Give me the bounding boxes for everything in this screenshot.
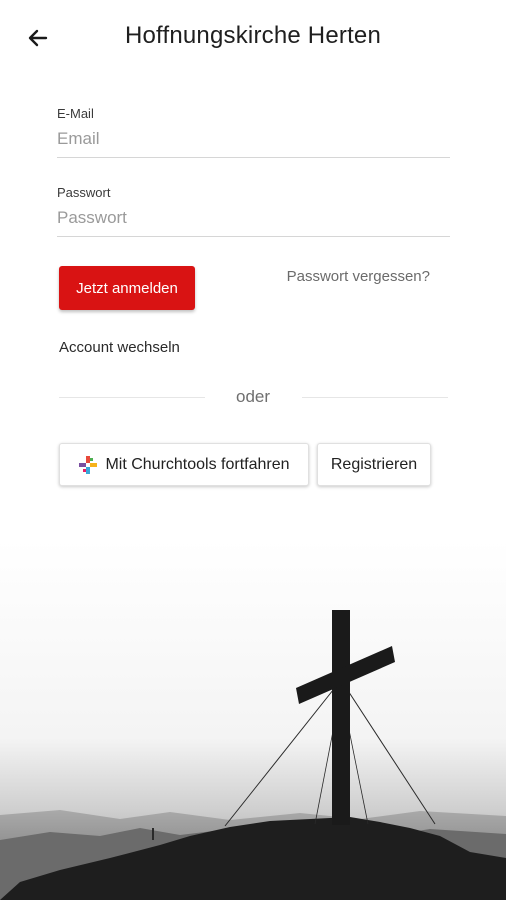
page-title: Hoffnungskirche Herten [124, 22, 382, 49]
register-button[interactable]: Registrieren [317, 443, 431, 486]
divider-right [302, 397, 448, 398]
password-label: Passwort [57, 185, 111, 200]
churchtools-button-label: Mit Churchtools fortfahren [105, 455, 290, 473]
cross-on-mountain-photo [0, 540, 506, 900]
email-label: E-Mail [57, 106, 94, 121]
churchtools-login-button[interactable]: Mit Churchtools fortfahren [59, 443, 309, 486]
switch-account-link[interactable]: Account wechseln [59, 339, 180, 356]
password-input[interactable] [57, 206, 450, 237]
password-field: Passwort [57, 185, 450, 237]
forgot-password-link[interactable]: Passwort vergessen? [287, 268, 430, 285]
email-field: E-Mail [57, 106, 450, 158]
login-button[interactable]: Jetzt anmelden [59, 266, 195, 310]
email-input[interactable] [57, 127, 450, 158]
app-bar: Hoffnungskirche Herten [0, 0, 506, 76]
churchtools-logo-icon [78, 455, 98, 475]
